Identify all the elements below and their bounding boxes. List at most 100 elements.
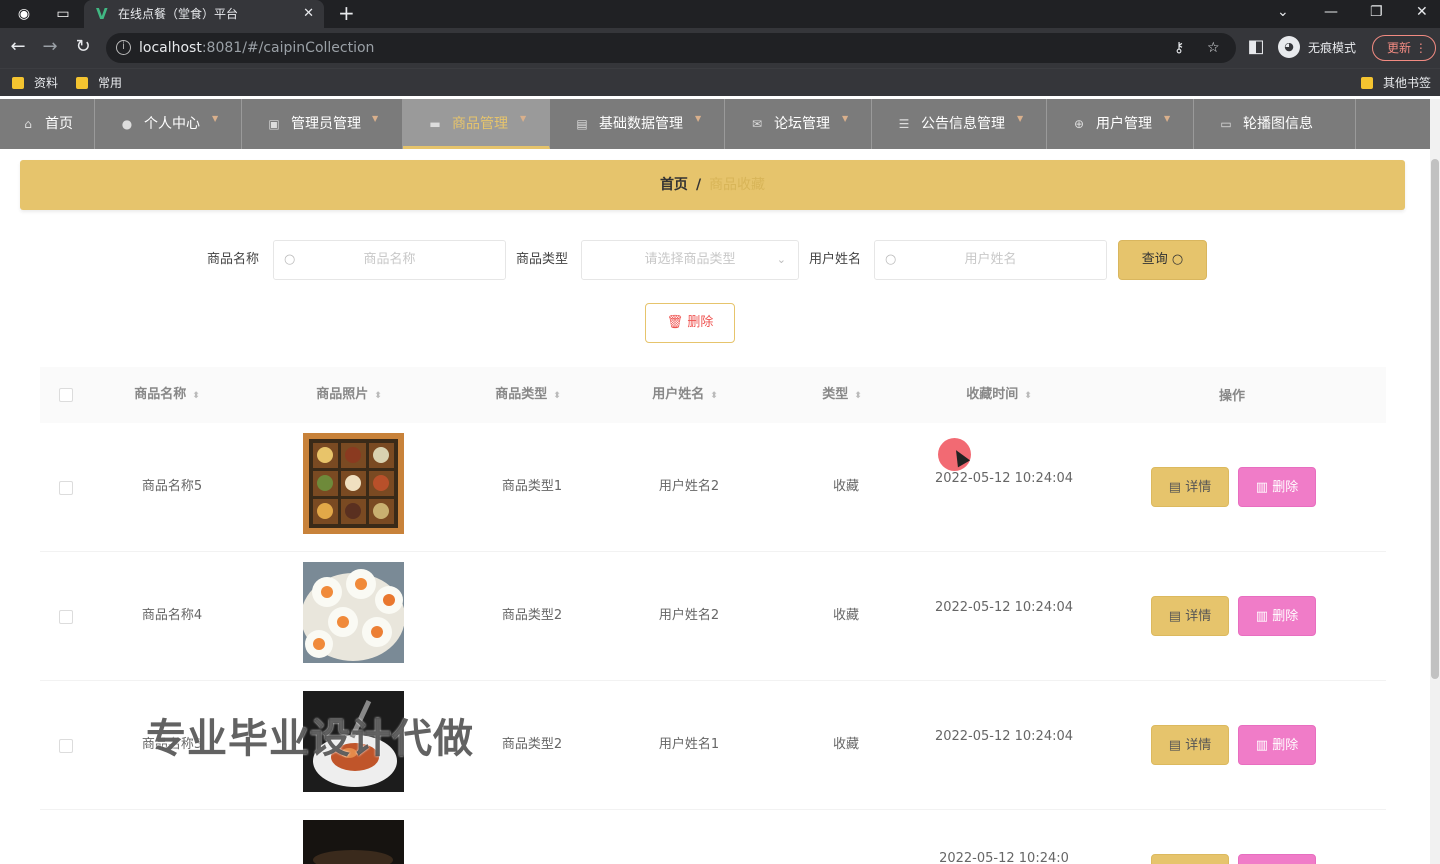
menu-icon: ☰ (898, 117, 910, 131)
goods-name-label: 商品名称 (207, 252, 260, 267)
cell-user-name: 用户姓名2 (658, 608, 720, 623)
row-delete-button[interactable]: ▥ 删除 (1238, 596, 1316, 636)
clipboard-icon: ▣ (268, 117, 280, 131)
cell-goods-name: 商品名称5 (141, 479, 203, 494)
trash-icon: ▥ (1255, 738, 1269, 753)
tab-list-chevron-icon[interactable]: ⌄ (1277, 3, 1289, 21)
browser-toolbar: ← → ↻ i localhost:8081/#/caipinCollectio… (0, 28, 1440, 68)
nav-item-announcements[interactable]: ☰ 公告信息管理 ▼ (872, 99, 1047, 149)
cell-kind: 收藏 (832, 479, 860, 494)
cell-kind: 收藏 (832, 608, 860, 623)
nav-item-carousel[interactable]: ▭ 轮播图信息 (1194, 99, 1356, 149)
row-checkbox[interactable] (59, 610, 73, 624)
batch-delete-button[interactable]: 🗑 删除 (645, 303, 735, 343)
main-nav: ⌂ 首页 ● 个人中心 ▼ ▣ 管理员管理 ▼ ▬ 商品管理 ▼ ▤ 基础数据管… (0, 99, 1440, 149)
new-tab-icon[interactable]: + (338, 2, 355, 24)
picture-icon: ▭ (1220, 117, 1232, 131)
detail-button[interactable]: ▤ 详情 (1151, 467, 1229, 507)
table-header: 商品名称 ⬍ 商品照片 ⬍ 商品类型 ⬍ 用户姓名 ⬍ 类型 ⬍ 收藏时间 ⬍ 操作 (40, 367, 1386, 423)
document-icon: ▤ (1168, 738, 1182, 753)
nav-item-base-data[interactable]: ▤ 基础数据管理 ▼ (550, 99, 725, 149)
cell-goods-type: 商品类型1 (501, 479, 563, 494)
folder-icon (76, 77, 88, 89)
page-scrollbar[interactable] (1430, 99, 1440, 864)
select-all-checkbox[interactable] (59, 388, 73, 402)
update-button[interactable]: 更新 ⋮ (1372, 35, 1436, 61)
search-icon: ○ (1171, 252, 1184, 267)
restore-icon[interactable]: ❐ (1370, 3, 1383, 21)
key-icon[interactable]: ⚷ (1174, 39, 1184, 57)
incognito-label: 无痕模式 (1308, 41, 1357, 55)
browser-tab-strip: ◉ ▭ V 在线点餐（堂食）平台 ✕ + ⌄ — ❐ ✕ (0, 0, 1440, 28)
reload-icon[interactable]: ↻ (73, 37, 93, 57)
bookmark-folder-ziliao[interactable]: 资料 (12, 75, 58, 91)
url-text[interactable]: localhost:8081/#/caipinCollection (139, 39, 374, 57)
query-button[interactable]: 查询 ○ (1118, 240, 1207, 280)
cell-collect-time: 2022-05-12 10:24:04 (934, 600, 1074, 615)
forward-icon[interactable]: → (40, 37, 60, 57)
goods-type-select[interactable]: 请选择商品类型 ⌄ (581, 240, 799, 280)
address-bar[interactable]: i localhost:8081/#/caipinCollection ⚷ ☆ (106, 33, 1236, 63)
sort-icon: ⬍ (710, 391, 718, 401)
nav-item-home[interactable]: ⌂ 首页 (0, 99, 95, 149)
tab-search-icon[interactable]: ▭ (55, 6, 71, 22)
goods-photo (303, 820, 404, 864)
chevron-down-icon: ▼ (212, 114, 219, 123)
nav-item-goods-management[interactable]: ▬ 商品管理 ▼ (403, 99, 550, 149)
chevron-down-icon: ▼ (1164, 114, 1171, 123)
chrome-menu-icon[interactable]: ◉ (16, 6, 32, 22)
row-checkbox[interactable] (59, 481, 73, 495)
cell-collect-time: 2022-05-12 10:24:0 (939, 851, 1069, 864)
chevron-down-icon: ⌄ (776, 253, 786, 266)
scrollbar-thumb[interactable] (1431, 159, 1439, 679)
folder-icon (1361, 77, 1373, 89)
header-collect-time[interactable]: 收藏时间 ⬍ (966, 386, 1032, 405)
cell-goods-type: 商品类型2 (501, 737, 563, 752)
user-name-label: 用户姓名 (809, 252, 862, 267)
row-delete-button[interactable]: ▥ 删除 (1238, 725, 1316, 765)
detail-button[interactable] (1151, 854, 1229, 864)
header-goods-name[interactable]: 商品名称 ⬍ (134, 386, 200, 405)
header-goods-type[interactable]: 商品类型 ⬍ (495, 386, 561, 405)
sidepanel-icon[interactable]: ◧ (1246, 37, 1266, 57)
back-icon[interactable]: ← (8, 37, 28, 57)
header-kind[interactable]: 类型 ⬍ (822, 386, 862, 405)
breadcrumb-current: 商品收藏 (709, 177, 766, 193)
row-checkbox[interactable] (59, 739, 73, 753)
trash-icon: ▥ (1255, 480, 1269, 495)
vue-favicon-icon: V (96, 5, 108, 23)
row-delete-button[interactable] (1238, 854, 1316, 864)
breadcrumb-home[interactable]: 首页 (660, 177, 688, 193)
chevron-down-icon: ▼ (842, 114, 849, 123)
close-window-icon[interactable]: ✕ (1416, 3, 1428, 21)
nav-item-forum[interactable]: ✉ 论坛管理 ▼ (725, 99, 872, 149)
bookmark-star-icon[interactable]: ☆ (1207, 39, 1220, 57)
chevron-down-icon: ▼ (520, 114, 527, 123)
chevron-down-icon: ▼ (695, 114, 702, 123)
tab-close-icon[interactable]: ✕ (303, 5, 314, 23)
header-goods-photo[interactable]: 商品照片 ⬍ (316, 386, 382, 405)
nav-item-personal-center[interactable]: ● 个人中心 ▼ (95, 99, 242, 149)
table-row: 商品名称5 商品类型1 用户姓名2 收藏 2022-05-12 10:24:04… (40, 423, 1386, 552)
minimize-icon[interactable]: — (1324, 3, 1338, 21)
mail-icon: ✉ (751, 117, 763, 131)
other-bookmarks[interactable]: 其他书签 (1361, 75, 1431, 91)
site-info-icon[interactable]: i (116, 40, 131, 55)
header-user-name[interactable]: 用户姓名 ⬍ (652, 386, 718, 405)
row-delete-button[interactable]: ▥ 删除 (1238, 467, 1316, 507)
sort-icon: ⬍ (1024, 391, 1032, 401)
user-name-input[interactable]: ○ 用户姓名 (874, 240, 1107, 280)
breadcrumb-separator: / (695, 177, 702, 193)
goods-name-input[interactable]: ○ 商品名称 (273, 240, 506, 280)
detail-button[interactable]: ▤ 详情 (1151, 725, 1229, 765)
header-actions: 操作 (1218, 389, 1246, 404)
nav-item-user-management[interactable]: ⊕ 用户管理 ▼ (1047, 99, 1194, 149)
document-icon: ▤ (1168, 480, 1182, 495)
document-icon: ▤ (1168, 609, 1182, 624)
bookmark-folder-changyong[interactable]: 常用 (76, 75, 122, 91)
nav-item-admin-management[interactable]: ▣ 管理员管理 ▼ (242, 99, 403, 149)
cell-kind: 收藏 (832, 737, 860, 752)
browser-tab[interactable]: V 在线点餐（堂食）平台 ✕ (84, 0, 324, 28)
table-row: 2022-05-12 10:24:0 (40, 810, 1386, 864)
detail-button[interactable]: ▤ 详情 (1151, 596, 1229, 636)
